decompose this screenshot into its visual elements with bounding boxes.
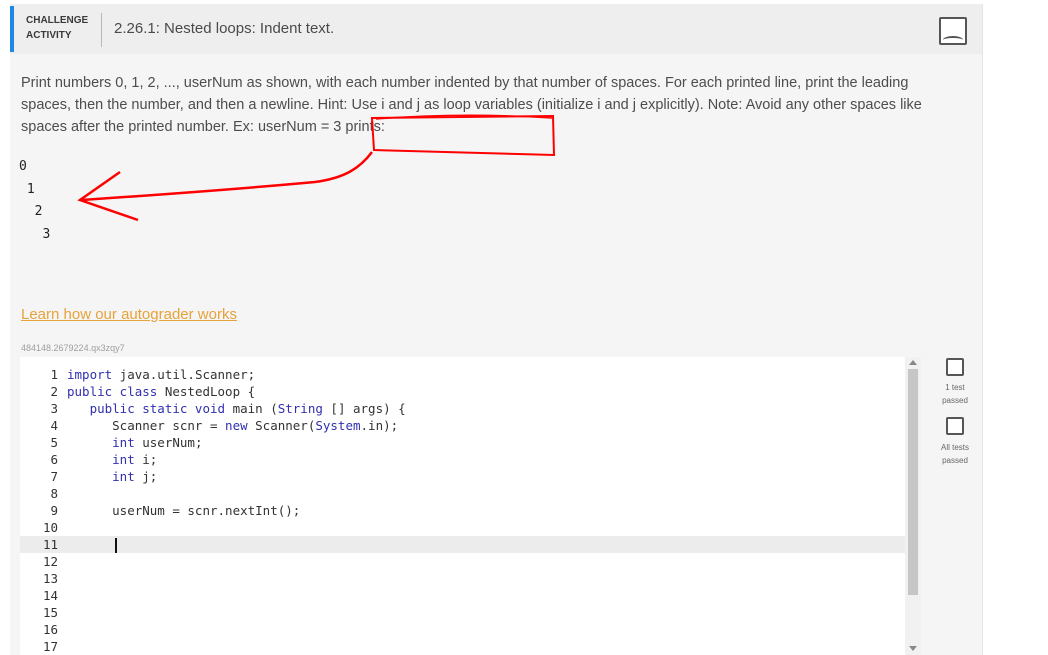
text-cursor bbox=[115, 538, 117, 553]
code-editor[interactable]: 1 import java.util.Scanner; 2 public cla… bbox=[20, 357, 921, 655]
line-number: 4 bbox=[50, 418, 58, 433]
challenge-activity-label: CHALLENGE ACTIVITY bbox=[26, 15, 89, 41]
autograder-link[interactable]: Learn how our autograder works bbox=[21, 306, 237, 323]
code-line[interactable]: 8 bbox=[20, 485, 906, 502]
code-text[interactable]: int userNum; bbox=[67, 434, 202, 451]
code-line[interactable]: 1 import java.util.Scanner; bbox=[20, 366, 906, 383]
code-text[interactable]: import java.util.Scanner; bbox=[67, 366, 255, 383]
line-number: 3 bbox=[50, 401, 58, 416]
code-text[interactable]: int i; bbox=[67, 451, 157, 468]
line-number: 2 bbox=[50, 384, 58, 399]
code-line-active[interactable]: 11 bbox=[20, 536, 906, 553]
activity-header: CHALLENGE ACTIVITY 2.26.1: Nested loops:… bbox=[10, 4, 982, 54]
code-text[interactable]: Scanner scnr = new Scanner(System.in); bbox=[67, 417, 398, 434]
line-number: 16 bbox=[42, 622, 58, 637]
scrollbar-thumb[interactable] bbox=[908, 369, 918, 595]
line-number: 10 bbox=[42, 520, 58, 535]
activity-title: 2.26.1: Nested loops: Indent text. bbox=[114, 20, 335, 37]
completion-badge-icon bbox=[939, 17, 967, 45]
code-line[interactable]: 2 public class NestedLoop { bbox=[20, 383, 906, 400]
instructions-text: Print numbers 0, 1, 2, ..., userNum as s… bbox=[21, 75, 922, 135]
code-line[interactable]: 16 bbox=[20, 621, 906, 638]
code-line[interactable]: 5 int userNum; bbox=[20, 434, 906, 451]
example-output-line: 1 bbox=[19, 181, 35, 197]
line-number: 14 bbox=[42, 588, 58, 603]
code-text[interactable]: userNum = scnr.nextInt(); bbox=[67, 502, 300, 519]
header-divider bbox=[101, 13, 102, 47]
code-line[interactable]: 12 bbox=[20, 553, 906, 570]
line-number: 6 bbox=[50, 452, 58, 467]
code-line[interactable]: 4 Scanner scnr = new Scanner(System.in); bbox=[20, 417, 906, 434]
example-output: 0 1 2 3 bbox=[19, 156, 50, 246]
line-number: 7 bbox=[50, 469, 58, 484]
code-line[interactable]: 15 bbox=[20, 604, 906, 621]
test-status-icon bbox=[946, 417, 964, 435]
code-line[interactable]: 7 int j; bbox=[20, 468, 906, 485]
activity-id: 484148.2679224.qx3zqy7 bbox=[21, 343, 125, 353]
code-line[interactable]: 3 public static void main (String [] arg… bbox=[20, 400, 906, 417]
scroll-up-arrow-icon[interactable] bbox=[909, 360, 917, 365]
code-text[interactable]: public static void main (String [] args)… bbox=[67, 400, 406, 417]
code-text[interactable]: public class NestedLoop { bbox=[67, 383, 255, 400]
code-line[interactable]: 13 bbox=[20, 570, 906, 587]
example-output-line: 3 bbox=[19, 226, 51, 242]
line-number: 8 bbox=[50, 486, 58, 501]
line-number: 9 bbox=[50, 503, 58, 518]
line-number: 15 bbox=[42, 605, 58, 620]
code-line[interactable]: 6 int i; bbox=[20, 451, 906, 468]
code-line[interactable]: 9 userNum = scnr.nextInt(); bbox=[20, 502, 906, 519]
code-line[interactable]: 14 bbox=[20, 587, 906, 604]
test-status-label: 1 test passed bbox=[942, 383, 968, 405]
code-text[interactable]: int j; bbox=[67, 468, 157, 485]
code-line[interactable]: 17 bbox=[20, 638, 906, 655]
code-line[interactable]: 10 bbox=[20, 519, 906, 536]
line-number: 17 bbox=[42, 639, 58, 654]
line-number: 13 bbox=[42, 571, 58, 586]
header-accent-bar bbox=[10, 6, 14, 52]
line-number: 5 bbox=[50, 435, 58, 450]
test-status-label: All tests passed bbox=[940, 443, 969, 465]
line-number: 11 bbox=[42, 537, 58, 552]
editor-scrollbar[interactable] bbox=[905, 357, 921, 655]
line-number: 12 bbox=[42, 554, 58, 569]
test-status-icon bbox=[946, 358, 964, 376]
line-number: 1 bbox=[50, 367, 58, 382]
scroll-down-arrow-icon[interactable] bbox=[909, 646, 917, 651]
example-output-line: 0 bbox=[19, 159, 27, 174]
example-output-line: 2 bbox=[19, 204, 43, 219]
